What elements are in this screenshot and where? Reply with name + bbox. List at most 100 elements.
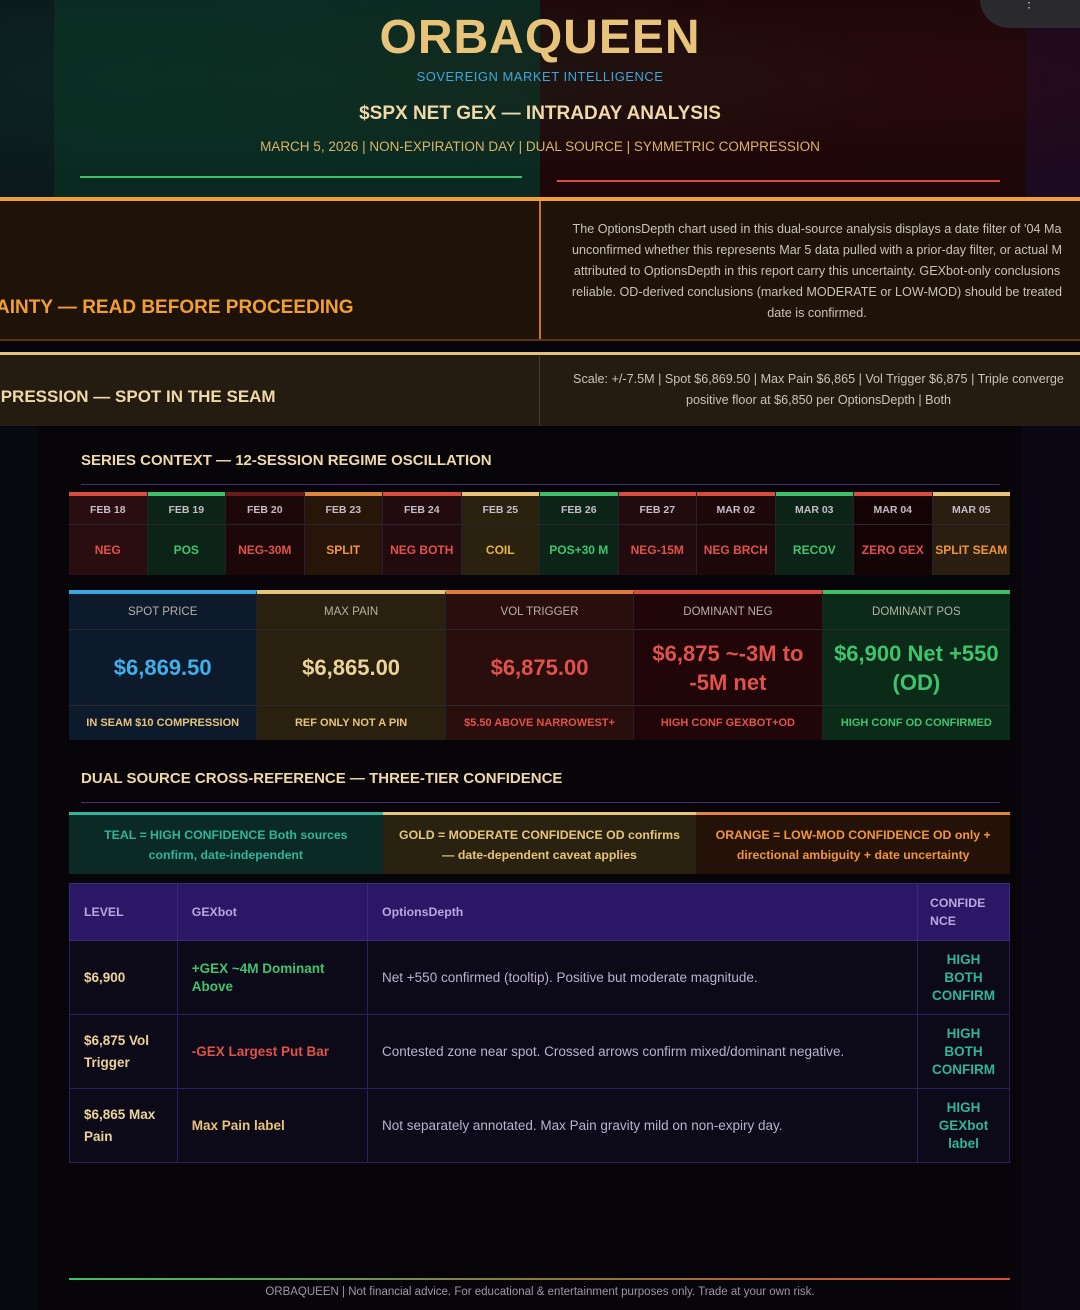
series-session-value: NEG-15M xyxy=(630,543,684,557)
metric-note: $5.50 ABOVE NARROWEST+ xyxy=(445,705,634,740)
series-session-cell: FEB 27 NEG-15M xyxy=(618,492,697,575)
series-session-value: RECOV xyxy=(792,543,836,557)
series-session-value: NEG BOTH xyxy=(390,543,454,557)
uncertainty-title: AINTY — READ BEFORE PROCEEDING xyxy=(0,297,354,318)
series-session-cell: MAR 05 SPLIT SEAM xyxy=(932,492,1010,575)
series-session-value: SPLIT SEAM xyxy=(935,543,1008,557)
col-header-gexbot: GEXbot xyxy=(176,883,369,941)
metrics-row: SPOT PRICE $6,869.50 IN SEAM $10 COMPRESSI… xyxy=(69,590,1011,740)
series-session-cell: FEB 23 SPLIT xyxy=(304,492,383,575)
metric-value: $6,869.50 xyxy=(113,655,212,680)
uncertainty-line: date is confirmed. xyxy=(767,306,867,320)
brand-title: ORBAQUEEN xyxy=(379,11,701,64)
left-edge-strip xyxy=(0,426,38,1310)
more-icon: ⋮ xyxy=(1022,0,1036,10)
metric-value: $6,865.00 xyxy=(302,655,401,680)
series-session-cell: FEB 26 POS+30 M xyxy=(540,492,619,575)
report-meta: MARCH 5, 2026 | NON-EXPIRATION DAY | DUA… xyxy=(260,139,820,154)
footer-disclaimer: ORBAQUEEN | Not financial advice. For ed… xyxy=(265,1286,815,1298)
footer-rule xyxy=(69,1278,1010,1280)
metric-note: HIGH CONF OD CONFIRMED xyxy=(822,705,1011,740)
uncertainty-banner: AINTY — READ BEFORE PROCEEDING The Optio… xyxy=(0,197,1080,341)
confidence-legend-item: TEAL = HIGH CONFIDENCE Both sources conf… xyxy=(69,812,383,874)
metric-label: DOMINANT POS xyxy=(822,594,1011,630)
confidence-legend-item: ORANGE = LOW-MOD CONFIDENCE OD only + di… xyxy=(696,812,1011,874)
series-session-date: FEB 23 xyxy=(304,492,382,525)
compression-text: Scale: +/-7.5M | Spot $6,869.50 | Max Pa… xyxy=(557,369,1080,411)
series-session-date: FEB 24 xyxy=(383,492,461,525)
metric-note: REF ONLY NOT A PIN xyxy=(257,705,445,740)
cross-reference-table: LEVEL GEXbot OptionsDepth CONFIDE NCE $6… xyxy=(69,883,1011,1163)
series-session-date: MAR 04 xyxy=(854,492,932,525)
cell-optionsdepth: Not separately annotated. Max Pain gravi… xyxy=(367,1088,918,1163)
header-divider-red xyxy=(557,180,1000,182)
dual-section-title: DUAL SOURCE CROSS-REFERENCE — THREE-TIER… xyxy=(81,770,563,787)
cell-gexbot: Max Pain label xyxy=(176,1088,369,1163)
cell-confidence: HIGH BOTH CONFIRM xyxy=(916,1014,1011,1089)
series-session-cell: FEB 24 NEG BOTH xyxy=(383,492,462,575)
cell-confidence: HIGH GEXbot label xyxy=(916,1088,1011,1163)
metric-label: MAX PAIN xyxy=(257,594,445,630)
series-session-value: NEG xyxy=(94,543,121,557)
series-session-date: MAR 03 xyxy=(775,492,853,525)
compression-line: Scale: +/-7.5M | Spot $6,869.50 | Max Pa… xyxy=(573,372,1064,386)
series-session-value: POS+30 M xyxy=(549,543,609,557)
uncertainty-line: attributed to OptionsDepth in this repor… xyxy=(573,264,1061,278)
series-session-cell: MAR 03 RECOV xyxy=(775,492,854,575)
series-session-cell: FEB 20 NEG-30M xyxy=(226,492,305,575)
uncertainty-banner-left: AINTY — READ BEFORE PROCEEDING xyxy=(0,201,539,339)
table-header-row: LEVEL GEXbot OptionsDepth CONFIDE NCE xyxy=(69,883,1011,941)
series-session-value: NEG-30M xyxy=(238,543,292,557)
series-session-value: NEG BRCH xyxy=(703,543,768,557)
cell-level: $6,875 Vol Trigger xyxy=(69,1014,178,1089)
series-session-value: SPLIT xyxy=(326,543,361,557)
series-section-title: SERIES CONTEXT — 12-SESSION REGIME OSCIL… xyxy=(81,452,492,469)
cell-gexbot: -GEX Largest Put Bar xyxy=(176,1014,369,1089)
metric-note: IN SEAM $10 COMPRESSION xyxy=(69,705,257,740)
series-row: FEB 18 NEG FEB 19 POS FEB 20 NEG-30M FEB 23 SPL… xyxy=(69,492,1010,575)
uncertainty-line: unconfirmed whether this represents Mar … xyxy=(572,243,1062,257)
compression-banner: IPRESSION — SPOT IN THE SEAM Scale: +/-7… xyxy=(0,352,1080,426)
series-session-date: FEB 19 xyxy=(147,492,225,525)
series-session-date: MAR 02 xyxy=(697,492,775,525)
confidence-legend: TEAL = HIGH CONFIDENCE Both sources conf… xyxy=(69,812,1011,874)
col-header-optionsdepth: OptionsDepth xyxy=(367,883,918,941)
report-page: ORBAQUEEN SOVEREIGN MARKET INTELLIGENCE … xyxy=(0,0,1080,1310)
uncertainty-line: reliable. OD-derived conclusions (marked… xyxy=(571,285,1063,299)
metric-label: VOL TRIGGER xyxy=(445,594,634,630)
report-title: $SPX NET GEX — INTRADAY ANALYSIS xyxy=(359,103,721,124)
series-section-rule xyxy=(81,484,1000,485)
series-session-date: FEB 27 xyxy=(618,492,696,525)
series-session-date: MAR 05 xyxy=(932,492,1010,525)
series-session-date: FEB 26 xyxy=(540,492,618,525)
series-session-value: COIL xyxy=(485,543,515,557)
metric-card: DOMINANT POS $6,900 Net +550 (OD) HIGH CON… xyxy=(822,590,1011,740)
metric-card: VOL TRIGGER $6,875.00 $5.50 ABOVE NARROWES… xyxy=(445,590,635,740)
col-header-confidence: CONFIDE NCE xyxy=(916,883,1011,941)
table-row: $6,900 +GEX ~4M Dominant Above Net +550 co… xyxy=(69,940,1011,1015)
series-session-date: FEB 25 xyxy=(461,492,539,525)
uncertainty-text: The OptionsDepth chart used in this dual… xyxy=(557,219,1077,324)
cell-optionsdepth: Net +550 confirmed (tooltip). Positive b… xyxy=(367,940,918,1015)
table-row: $6,875 Vol Trigger -GEX Largest Put Bar Co… xyxy=(69,1014,1011,1089)
table-row: $6,865 Max Pain Max Pain label Not separat… xyxy=(69,1088,1011,1163)
metric-card: MAX PAIN $6,865.00 REF ONLY NOT A PIN xyxy=(257,590,446,740)
metric-value: $6,875 ~-3M to -5M net xyxy=(652,640,804,695)
series-session-cell: MAR 02 NEG BRCH xyxy=(697,492,776,575)
compression-title: IPRESSION — SPOT IN THE SEAM xyxy=(0,387,276,406)
report-header: ORBAQUEEN SOVEREIGN MARKET INTELLIGENCE … xyxy=(0,0,1080,197)
header-divider-green xyxy=(80,176,522,178)
series-session-cell: MAR 04 ZERO GEX xyxy=(854,492,933,575)
metric-card: SPOT PRICE $6,869.50 IN SEAM $10 COMPRESSI… xyxy=(69,590,258,740)
metric-label: SPOT PRICE xyxy=(69,594,257,630)
cell-level: $6,865 Max Pain xyxy=(69,1088,178,1163)
uncertainty-line: The OptionsDepth chart used in this dual… xyxy=(572,222,1062,236)
cell-gexbot: +GEX ~4M Dominant Above xyxy=(176,940,369,1015)
series-session-value: POS xyxy=(173,543,199,557)
compression-divider xyxy=(539,355,540,426)
metric-label: DOMINANT NEG xyxy=(634,594,822,630)
metric-card: DOMINANT NEG $6,875 ~-3M to -5M net HIGH C… xyxy=(634,590,823,740)
series-session-value: ZERO GEX xyxy=(861,543,924,557)
col-header-level: LEVEL xyxy=(69,883,178,941)
series-session-date: FEB 20 xyxy=(226,492,304,525)
